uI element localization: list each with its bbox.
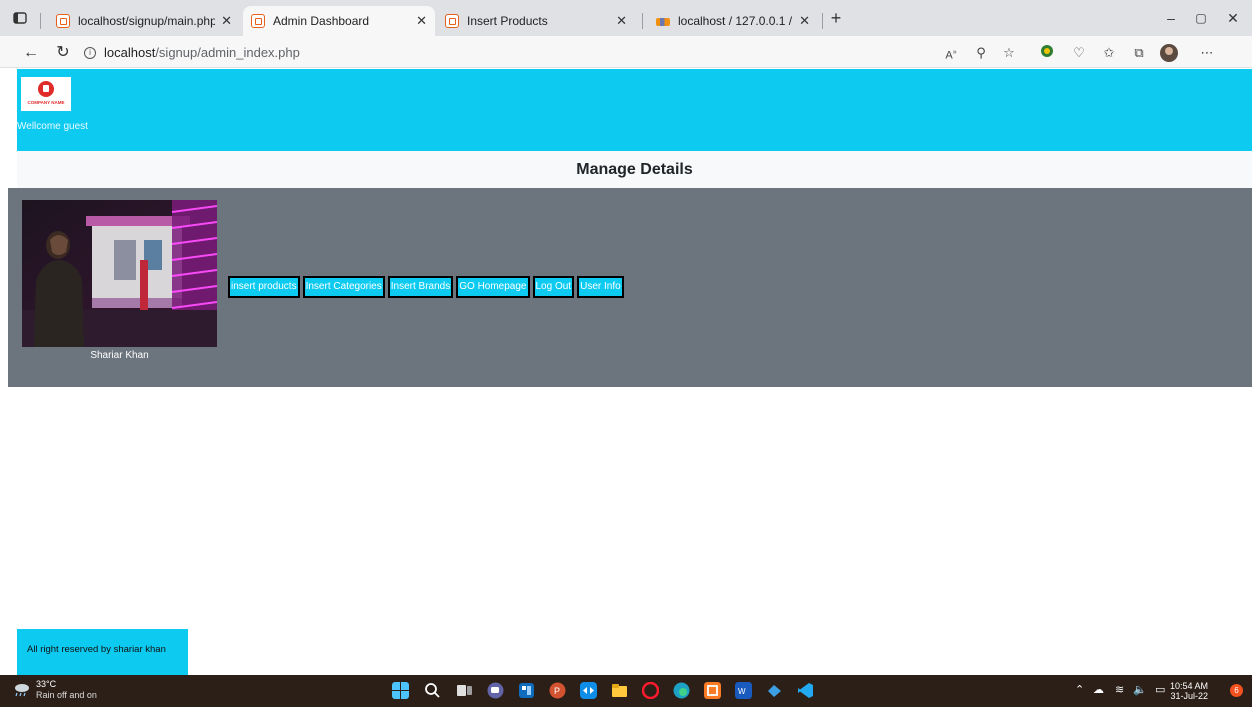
close-window-icon[interactable]: ✕	[1218, 8, 1248, 28]
favorites-icon[interactable]: ✩	[1100, 44, 1118, 62]
site-info-icon[interactable]: i	[84, 47, 96, 59]
address-bar: ← ↻ i localhost/signup/admin_index.php A…	[0, 36, 1252, 68]
svg-text:P: P	[554, 686, 560, 696]
edge-icon[interactable]	[673, 682, 690, 699]
windows-start-icon[interactable]	[392, 682, 409, 699]
back-icon[interactable]: ←	[20, 42, 42, 64]
wifi-icon[interactable]: ≋	[1115, 683, 1124, 696]
xampp-icon	[251, 14, 265, 28]
tab-actions-icon[interactable]	[10, 8, 30, 28]
url-path: /signup/admin_index.php	[155, 45, 300, 60]
browser-tab-strip: localhost/signup/main.php?cate ✕ Admin D…	[0, 0, 1252, 36]
url-host: localhost	[104, 45, 156, 60]
notification-badge[interactable]: 6	[1230, 684, 1243, 697]
phpmyadmin-icon	[656, 14, 670, 28]
favorite-add-icon[interactable]: ☆	[1000, 44, 1018, 62]
page-title: Manage Details	[576, 161, 693, 178]
more-menu-icon[interactable]: ⋯	[1198, 44, 1216, 62]
admin-actions: insert products Insert Categories Insert…	[228, 276, 624, 298]
file-explorer-icon[interactable]	[611, 682, 628, 699]
search-icon[interactable]	[424, 682, 441, 699]
opera-icon[interactable]	[642, 682, 659, 699]
rain-cloud-icon	[15, 684, 29, 697]
restore-icon[interactable]: ▢	[1186, 8, 1216, 28]
clock-time: 10:54 AM	[1169, 681, 1208, 691]
footer-text: All right reserved by shariar khan	[27, 644, 166, 655]
read-aloud-icon[interactable]: A»	[942, 44, 960, 62]
visual-studio-icon[interactable]	[766, 682, 783, 699]
taskbar: 33°C Rain off and on P W ⌃ ☁ ≋ 🔈 ▭ 10:54…	[0, 675, 1252, 707]
weather-temperature: 33°C	[36, 679, 57, 689]
browser-essentials-icon[interactable]: ♡	[1070, 44, 1088, 62]
powerpoint-icon[interactable]: P	[549, 682, 566, 699]
site-footer: All right reserved by shariar khan	[17, 629, 188, 675]
tab-admin-dashboard[interactable]: Admin Dashboard ✕	[243, 6, 435, 36]
refresh-icon[interactable]: ↻	[52, 42, 74, 64]
onedrive-icon[interactable]: ☁	[1093, 683, 1104, 696]
close-tab-icon[interactable]: ✕	[616, 13, 627, 29]
url-field[interactable]: localhost/signup/admin_index.php	[104, 45, 300, 60]
tab-main-page[interactable]: localhost/signup/main.php?cate ✕	[48, 6, 240, 36]
admin-panel: Shariar Khan insert products Insert Cate…	[8, 188, 1252, 387]
weather-condition: Rain off and on	[36, 690, 97, 700]
word-icon[interactable]: W	[735, 682, 752, 699]
profile-name: Shariar Khan	[90, 350, 149, 361]
insert-brands-button[interactable]: Insert Brands	[387, 276, 454, 298]
show-hidden-icons-icon[interactable]: ⌃	[1075, 683, 1084, 696]
manage-bar: Manage Details	[17, 151, 1252, 188]
profile-photo	[22, 200, 217, 347]
new-tab-icon[interactable]: +	[826, 8, 846, 28]
battery-icon[interactable]: ▭	[1155, 683, 1165, 696]
profile-avatar[interactable]	[1160, 44, 1178, 62]
tab-phpmyadmin[interactable]: localhost / 127.0.0.1 / store / pro ✕	[648, 6, 818, 36]
insert-categories-button[interactable]: Insert Categories	[302, 276, 385, 298]
close-tab-icon[interactable]: ✕	[799, 13, 810, 29]
xampp-icon	[56, 14, 70, 28]
tab-title: localhost/signup/main.php?cate	[78, 14, 216, 28]
close-tab-icon[interactable]: ✕	[221, 13, 232, 29]
user-info-button[interactable]: User Info	[577, 276, 624, 298]
minimize-icon[interactable]: –	[1156, 8, 1186, 28]
tab-title: localhost / 127.0.0.1 / store / pro	[678, 14, 793, 28]
insert-products-button[interactable]: insert products	[228, 276, 300, 298]
zoom-icon[interactable]: ⚲	[972, 44, 990, 62]
log-out-button[interactable]: Log Out	[532, 276, 575, 298]
widgets-icon[interactable]	[518, 682, 535, 699]
site-header: COMPANY NAME Wellcome guest	[17, 69, 1252, 151]
tab-insert-products[interactable]: Insert Products ✕	[437, 6, 635, 36]
vscode-icon[interactable]	[797, 682, 814, 699]
company-logo[interactable]: COMPANY NAME	[21, 77, 71, 111]
collections-icon[interactable]: ⧉	[1130, 44, 1148, 62]
xampp-icon[interactable]	[704, 682, 721, 699]
task-view-icon[interactable]	[456, 682, 473, 699]
extension-icon[interactable]	[1038, 44, 1056, 62]
teamviewer-icon[interactable]	[580, 682, 597, 699]
close-tab-icon[interactable]: ✕	[416, 13, 427, 29]
logo-mark-icon	[38, 81, 54, 97]
tab-title: Insert Products	[467, 14, 548, 28]
clock-date: 31-Jul-22	[1170, 691, 1208, 701]
logo-text: COMPANY NAME	[27, 100, 65, 105]
svg-text:W: W	[738, 687, 746, 696]
go-homepage-button[interactable]: GO Homepage	[456, 276, 530, 298]
page-content: COMPANY NAME Wellcome guest Manage Detai…	[8, 69, 1252, 675]
welcome-text: Wellcome guest	[17, 121, 88, 132]
teams-chat-icon[interactable]	[487, 682, 504, 699]
volume-icon[interactable]: 🔈	[1133, 683, 1147, 696]
tab-title: Admin Dashboard	[273, 14, 370, 28]
xampp-icon	[445, 14, 459, 28]
